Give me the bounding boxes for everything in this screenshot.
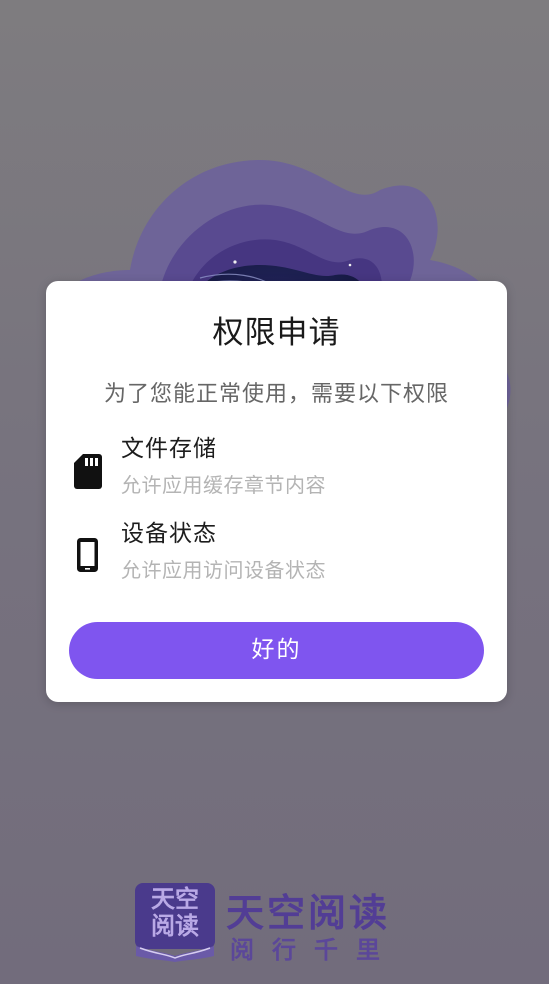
dialog-subtitle: 为了您能正常使用，需要以下权限 xyxy=(103,382,449,407)
phone-icon xyxy=(77,538,98,572)
brand-name: 天空阅读 xyxy=(226,890,391,935)
permission-dialog: 权限申请 为了您能正常使用，需要以下权限 文件存储 允许应用缓存章节内容 设备状… xyxy=(46,281,507,702)
app-logo-text: 天空阅读 xyxy=(151,884,199,940)
dialog-title: 权限申请 xyxy=(212,315,341,351)
permission-item-device: 设备状态 允许应用访问设备状态 xyxy=(74,514,474,584)
brand-slogan: 阅行千里 xyxy=(230,935,398,964)
confirm-button[interactable]: 好的 xyxy=(69,622,484,679)
permission-description: 允许应用访问设备状态 xyxy=(121,558,326,582)
permission-description: 允许应用缓存章节内容 xyxy=(121,473,326,497)
permission-name: 文件存储 xyxy=(121,436,217,462)
permission-item-storage: 文件存储 允许应用缓存章节内容 xyxy=(74,429,474,499)
permission-name: 设备状态 xyxy=(121,521,217,547)
brand-footer: 天空阅读 天空阅读 阅行千里 xyxy=(134,880,434,964)
sd-card-icon xyxy=(74,454,102,489)
